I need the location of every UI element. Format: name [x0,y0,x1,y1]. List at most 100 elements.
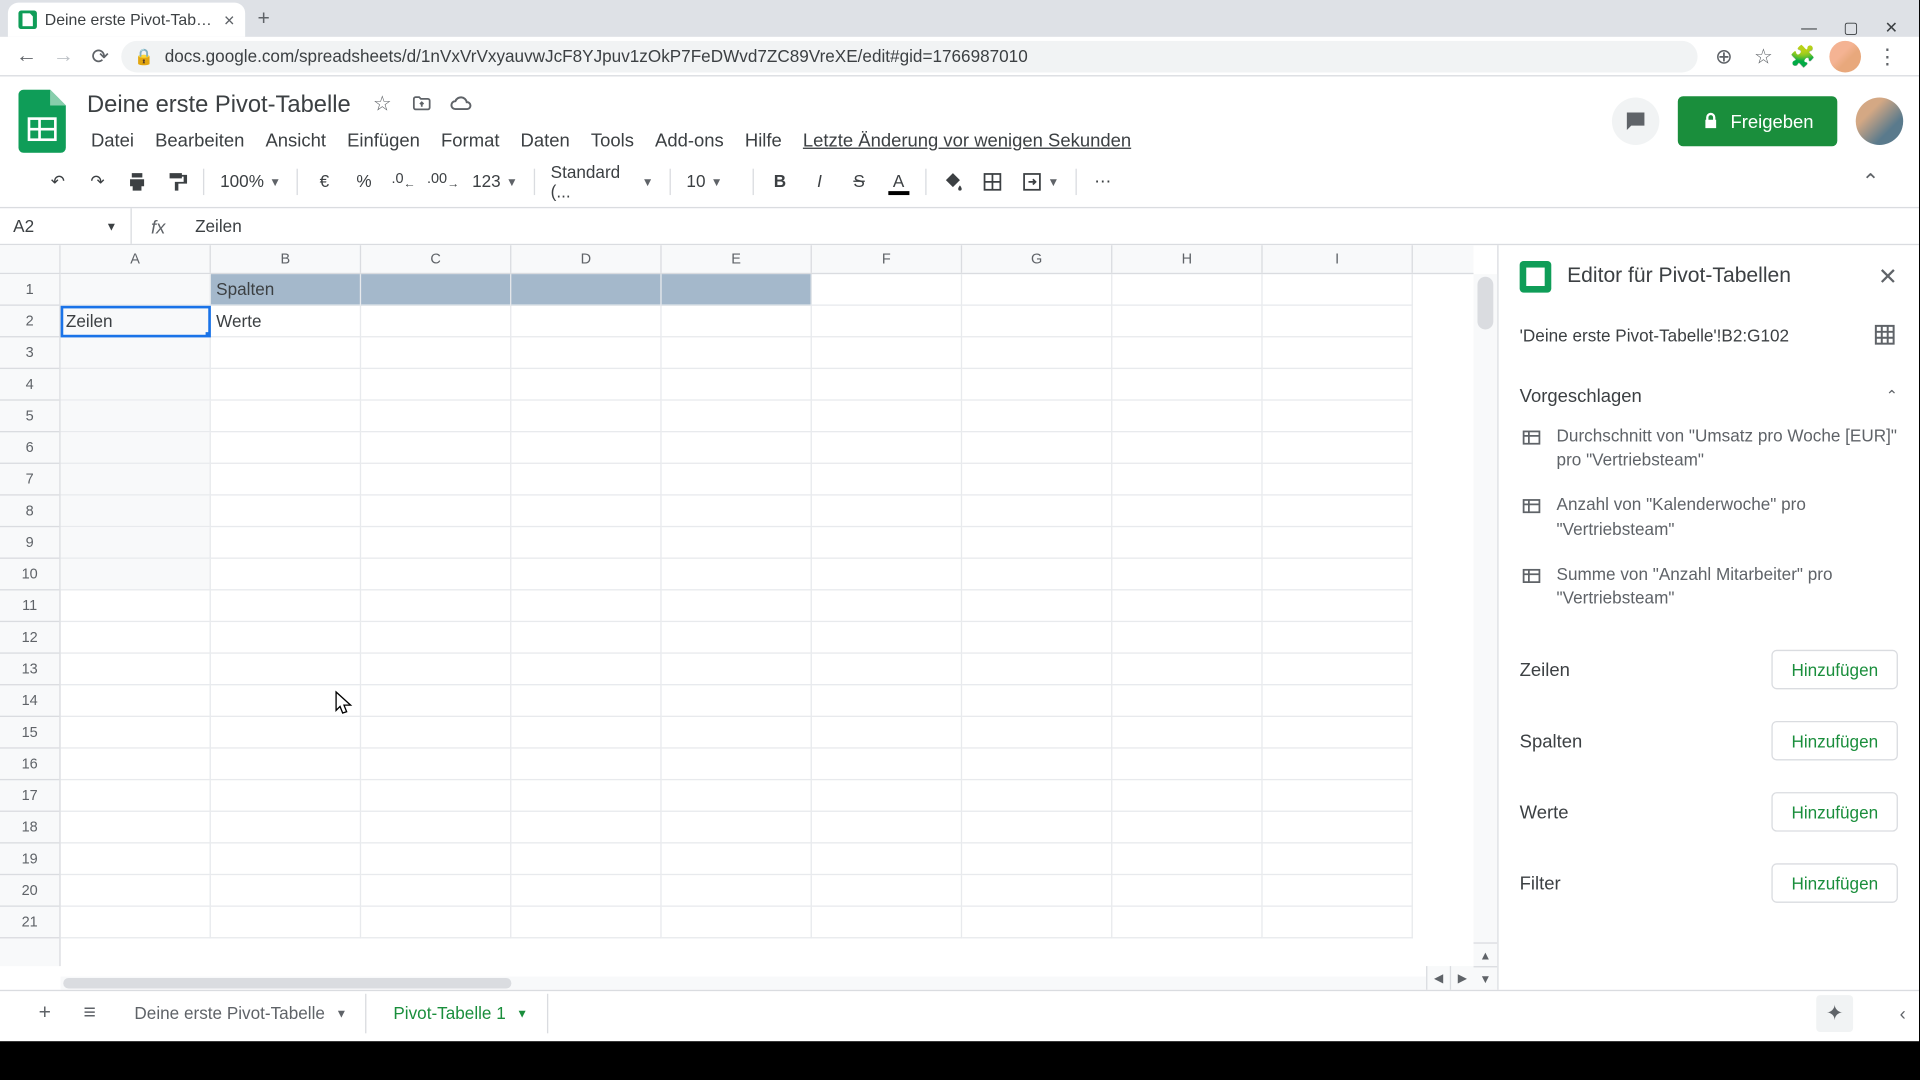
cell[interactable] [812,590,962,622]
scroll-down-icon[interactable]: ▼ [1474,966,1498,990]
cell[interactable] [662,717,812,749]
cell[interactable] [361,875,511,907]
maximize-icon[interactable]: ▢ [1843,18,1858,36]
sheet-tab-main[interactable]: Deine erste Pivot-Tabelle ▼ [116,993,367,1033]
row-header[interactable]: 1 [0,274,59,306]
cell[interactable] [511,622,661,654]
cell[interactable] [962,844,1112,876]
col-header-d[interactable]: D [511,245,661,273]
row-header[interactable]: 15 [0,717,59,749]
cell[interactable] [1263,685,1413,717]
cell[interactable] [962,780,1112,812]
cell[interactable] [61,844,211,876]
col-header-b[interactable]: B [211,245,361,273]
cell[interactable] [211,907,361,939]
cell[interactable] [1263,274,1413,306]
cell[interactable] [1112,559,1262,591]
menu-ansicht[interactable]: Ansicht [256,123,335,155]
cell[interactable] [1112,717,1262,749]
chrome-menu-icon[interactable]: ⋮ [1874,43,1900,69]
row-header[interactable]: 14 [0,685,59,717]
cell[interactable] [1263,401,1413,433]
cell[interactable] [662,464,812,496]
suggested-section-toggle[interactable]: Vorgeschlagen ⌃ [1520,377,1898,414]
cell[interactable] [361,590,511,622]
cell[interactable] [1263,717,1413,749]
cell[interactable] [361,274,511,306]
cell[interactable] [1112,654,1262,686]
row-header[interactable]: 9 [0,527,59,559]
cell[interactable] [1112,401,1262,433]
strikethrough-button[interactable]: S [841,163,878,200]
cell[interactable] [1112,590,1262,622]
cell[interactable] [361,306,511,338]
cell[interactable] [361,654,511,686]
cell[interactable] [361,432,511,464]
cell[interactable] [511,907,661,939]
cell[interactable] [61,907,211,939]
cell[interactable] [211,749,361,781]
cell[interactable] [662,337,812,369]
cell[interactable] [511,401,661,433]
cell[interactable] [962,812,1112,844]
cell[interactable] [1112,369,1262,401]
row-header[interactable]: 10 [0,559,59,591]
cell[interactable] [962,749,1112,781]
cell[interactable] [812,559,962,591]
menu-einfuegen[interactable]: Einfügen [338,123,429,155]
forward-button[interactable]: → [47,40,79,72]
browser-profile-avatar[interactable] [1829,40,1861,72]
cell[interactable] [812,496,962,528]
cell[interactable] [511,590,661,622]
cell[interactable] [1112,685,1262,717]
cell[interactable] [962,401,1112,433]
cell[interactable] [962,274,1112,306]
cell[interactable]: Werte [211,306,361,338]
bookmark-star-icon[interactable]: ☆ [1750,43,1776,69]
select-all-corner[interactable] [0,245,61,274]
add-sheet-button[interactable]: + [26,994,63,1031]
cell[interactable] [1112,274,1262,306]
cell[interactable] [61,749,211,781]
cell[interactable] [1263,622,1413,654]
cell[interactable] [1263,337,1413,369]
cell[interactable] [812,274,962,306]
row-header[interactable]: 12 [0,622,59,654]
cell[interactable] [211,432,361,464]
cell[interactable] [812,527,962,559]
cell[interactable] [61,527,211,559]
menu-tools[interactable]: Tools [582,123,644,155]
cell[interactable] [361,812,511,844]
cell[interactable] [812,464,962,496]
col-header-i[interactable]: I [1263,245,1413,273]
row-header[interactable]: 13 [0,654,59,686]
print-button[interactable] [119,163,156,200]
cell[interactable] [211,590,361,622]
star-icon[interactable]: ☆ [369,91,395,117]
cell[interactable] [1112,622,1262,654]
cell[interactable] [1112,875,1262,907]
zoom-select[interactable]: 100%▼ [212,171,289,191]
row-header[interactable]: 6 [0,432,59,464]
cell[interactable] [812,654,962,686]
more-toolbar-button[interactable]: ⋯ [1084,163,1121,200]
percent-button[interactable]: % [346,163,383,200]
add-filter-button[interactable]: Hinzufügen [1772,863,1898,903]
cell[interactable] [1112,812,1262,844]
cell[interactable] [962,717,1112,749]
cell[interactable] [211,717,361,749]
cell[interactable] [211,685,361,717]
cell[interactable] [511,306,661,338]
increase-decimal-button[interactable]: .00→ [425,163,462,200]
cell[interactable] [211,844,361,876]
cell[interactable] [361,717,511,749]
cell[interactable] [662,559,812,591]
row-header[interactable]: 21 [0,907,59,939]
comments-button[interactable] [1612,98,1659,145]
browser-tab[interactable]: Deine erste Pivot-Tabelle - Goog × [8,3,245,37]
cell[interactable] [61,590,211,622]
cell[interactable] [1112,306,1262,338]
cell[interactable] [511,432,661,464]
cell[interactable] [61,685,211,717]
cell[interactable] [1112,337,1262,369]
